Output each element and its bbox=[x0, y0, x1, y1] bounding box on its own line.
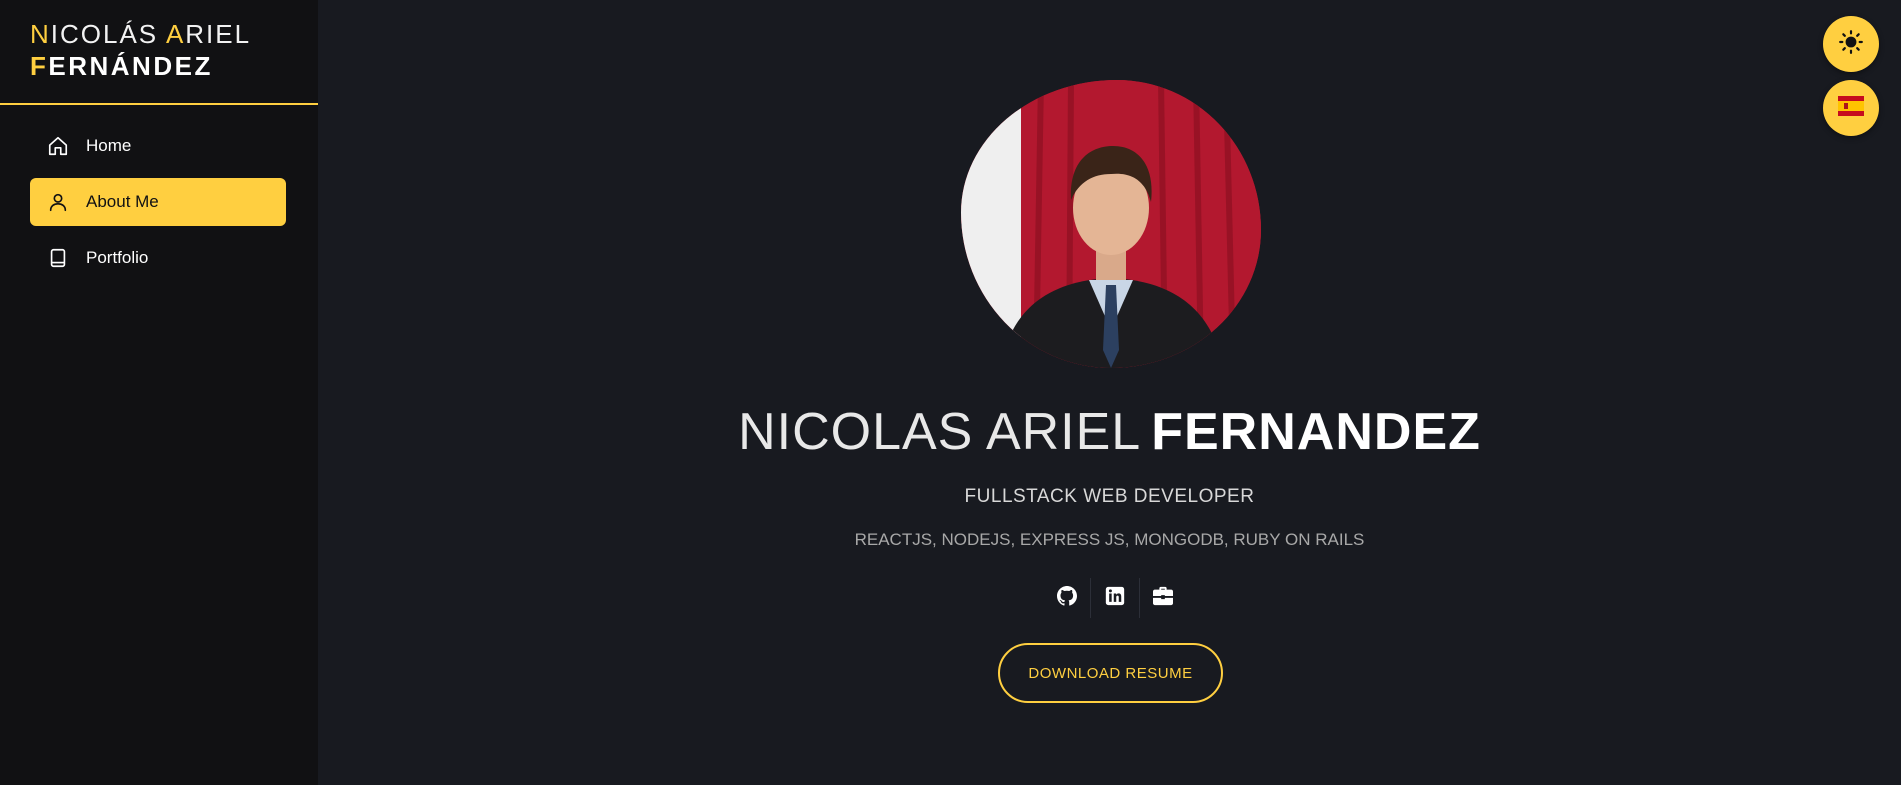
sidebar-item-label: Home bbox=[86, 136, 132, 155]
hero-name: NICOLAS ARIEL FERNANDEZ bbox=[318, 400, 1901, 464]
hero-role: FULLSTACK WEB DEVELOPER bbox=[964, 486, 1255, 507]
sidebar-item-label: Portfolio bbox=[86, 248, 149, 267]
brand-logo[interactable]: NICOLÁS ARIEL FERNÁNDEZ bbox=[30, 18, 251, 82]
sidebar-divider bbox=[0, 103, 318, 105]
main-content: NICOLAS ARIEL FERNANDEZ FULLSTACK WEB DEV… bbox=[318, 0, 1901, 785]
linkedin-icon bbox=[1105, 586, 1125, 611]
hero-skills: REACTJS, NODEJS, EXPRESS JS, MONGODB, RU… bbox=[854, 530, 1365, 549]
sun-icon bbox=[1838, 29, 1864, 60]
linkedin-link[interactable] bbox=[1091, 578, 1138, 618]
profile-photo bbox=[961, 80, 1261, 368]
theme-toggle-button[interactable] bbox=[1823, 16, 1879, 72]
brand-last-line: FERNÁNDEZ bbox=[30, 51, 213, 81]
github-link[interactable] bbox=[1043, 578, 1090, 618]
app: NICOLÁS ARIEL FERNÁNDEZ Home About Me Po… bbox=[0, 0, 1901, 785]
sidebar: NICOLÁS ARIEL FERNÁNDEZ Home About Me Po… bbox=[0, 0, 318, 785]
brand-first-line: NICOLÁS ARIEL bbox=[30, 19, 252, 49]
github-icon bbox=[1055, 584, 1079, 613]
portfolio-link[interactable] bbox=[1140, 578, 1187, 618]
hero-name-first: NICOLAS ARIEL bbox=[738, 403, 1142, 461]
briefcase-icon bbox=[1152, 586, 1174, 611]
download-resume-button[interactable]: DOWNLOAD RESUME bbox=[998, 643, 1223, 703]
sidebar-nav: Home About Me Portfolio bbox=[30, 122, 286, 290]
profile-photo-illustration bbox=[961, 80, 1261, 368]
spain-flag-icon bbox=[1838, 95, 1864, 121]
sidebar-item-label: About Me bbox=[86, 192, 159, 211]
book-icon bbox=[46, 246, 70, 270]
sidebar-item-about-me[interactable]: About Me bbox=[30, 178, 286, 226]
hero-name-last: FERNANDEZ bbox=[1151, 403, 1481, 461]
sidebar-item-portfolio[interactable]: Portfolio bbox=[30, 234, 286, 282]
social-links bbox=[1043, 578, 1187, 618]
sidebar-item-home[interactable]: Home bbox=[30, 122, 286, 170]
user-icon bbox=[46, 190, 70, 214]
language-toggle-button[interactable] bbox=[1823, 80, 1879, 136]
home-icon bbox=[46, 134, 70, 158]
